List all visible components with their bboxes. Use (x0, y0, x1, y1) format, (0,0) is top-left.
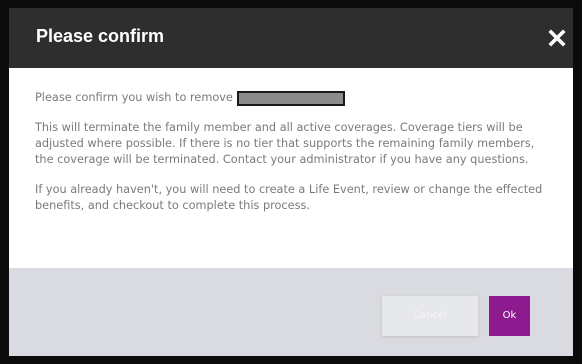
redacted-member-name (236, 90, 345, 106)
dialog-body: Please confirm you wish to remove This w… (35, 90, 555, 228)
life-event-instruction-text: If you already haven't, you will need to… (35, 183, 543, 212)
confirm-prefix-text: Please confirm you wish to remove (35, 91, 233, 104)
dialog-header: Please confirm (9, 8, 573, 68)
cancel-button[interactable]: Cancel (382, 296, 478, 336)
termination-warning-text: This will terminate the family member an… (35, 121, 535, 166)
confirm-dialog: Please confirm Please confirm you wish t… (9, 8, 573, 356)
ok-button[interactable]: Ok (489, 296, 530, 336)
dialog-title: Please confirm (36, 26, 165, 46)
close-x-icon (548, 29, 566, 47)
dialog-footer: Cancel Ok (9, 268, 573, 356)
confirm-line: Please confirm you wish to remove (35, 90, 555, 106)
close-button[interactable] (547, 28, 567, 48)
